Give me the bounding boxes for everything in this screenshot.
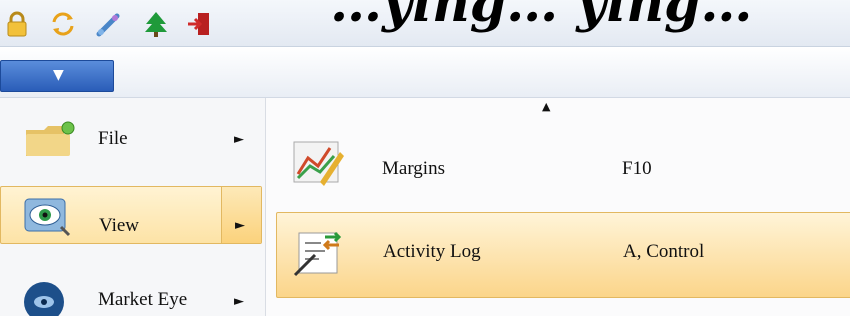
submenu-expand-button[interactable]	[222, 187, 261, 243]
quick-access-toolbar: …ying… ying…	[0, 0, 850, 47]
eye-icon	[21, 195, 73, 237]
menu-item-label: Margins	[382, 158, 445, 179]
folder-icon	[24, 120, 76, 160]
menu-item-activity-log[interactable]: Activity Log A, Control	[276, 212, 850, 298]
application-menu: File ► View ► Market Eye ►	[0, 98, 266, 316]
chevron-right-icon: ►	[235, 218, 245, 233]
connect-icon[interactable]	[95, 10, 121, 38]
scroll-up-arrow-icon[interactable]: ▲	[542, 100, 550, 113]
menu-item-label: View	[99, 215, 140, 236]
chevron-right-icon: ►	[234, 294, 244, 309]
globe-eye-icon	[18, 278, 70, 316]
lock-icon[interactable]	[4, 10, 30, 38]
exit-icon[interactable]	[186, 10, 212, 38]
window-title: …ying… ying…	[330, 0, 753, 34]
log-icon	[291, 227, 347, 279]
chevron-right-icon: ►	[234, 132, 244, 147]
menu-item-label: Activity Log	[383, 241, 481, 262]
menu-item-market-eye[interactable]: Market Eye ►	[0, 278, 262, 316]
view-submenu: ▲ Margins F10 Activity Log A, Control	[266, 98, 850, 316]
application-menu-button[interactable]: ▼	[0, 60, 114, 92]
menu-bar: ▼	[0, 47, 850, 98]
refresh-icon[interactable]	[50, 10, 76, 38]
shortcut-text: A, Control	[623, 241, 705, 262]
chevron-down-icon: ▼	[53, 67, 64, 83]
tree-icon[interactable]	[143, 10, 169, 38]
menu-item-margins[interactable]: Margins F10	[276, 136, 850, 194]
chart-icon	[290, 138, 346, 188]
menu-item-label: File	[98, 128, 128, 149]
menu-item-view[interactable]: View ►	[0, 186, 262, 244]
menu-item-file[interactable]: File ►	[0, 112, 262, 170]
menu-item-label: Market Eye	[98, 289, 188, 310]
shortcut-text: F10	[622, 158, 652, 179]
